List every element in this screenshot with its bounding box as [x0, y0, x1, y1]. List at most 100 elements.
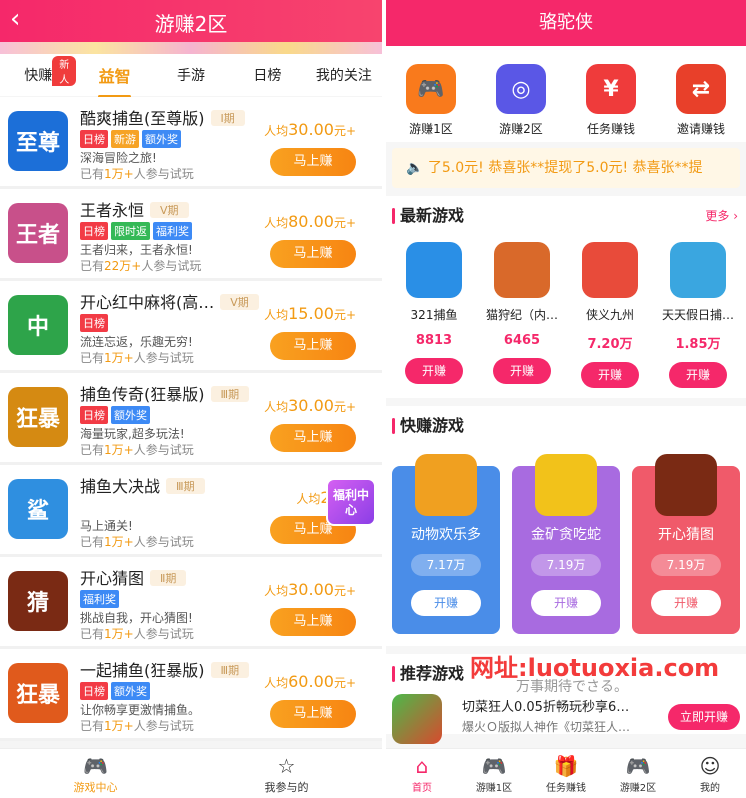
- count-suffix: 人参与试玩: [133, 627, 194, 641]
- quicknav-zone2[interactable]: ◎ 游赚2区: [476, 64, 566, 142]
- tab-kuaizhuan[interactable]: 快赚 新人: [0, 56, 77, 86]
- start-earn-button[interactable]: 开赚: [405, 358, 463, 384]
- nav-zone2[interactable]: 🎮 游赚2区: [602, 749, 674, 798]
- start-earn-button[interactable]: 开赚: [651, 590, 721, 616]
- reward: 人均30.00元+: [264, 396, 356, 415]
- start-earn-button[interactable]: 开赚: [531, 590, 601, 616]
- game-tag: 额外奖: [142, 130, 181, 148]
- nav-my-joined[interactable]: ☆ 我参与的: [191, 749, 382, 798]
- game-icon: 鲨: [8, 479, 68, 539]
- reward-suffix: 元+: [333, 400, 356, 414]
- period-badge: Ⅴ期: [150, 202, 189, 218]
- earn-now-button[interactable]: 马上赚: [270, 332, 356, 360]
- gamepad-icon: 🎮: [625, 754, 651, 778]
- earn-now-button[interactable]: 马上赚: [270, 608, 356, 636]
- notice-marquee: 🔈 了5.0元! 恭喜张**提现了5.0元! 恭喜张**提: [392, 148, 740, 188]
- game-row: 中开心红中麻将(高… Ⅴ期 日榜 流连忘返，乐趣无穷! 已有1万+人参与试玩 人均15.0…: [0, 281, 382, 373]
- tab-label: 日榜: [253, 68, 282, 84]
- period-badge: Ⅴ期: [220, 294, 259, 310]
- game-icon: [494, 242, 550, 298]
- tab-yizhi[interactable]: 益智: [76, 63, 152, 98]
- game-icon: 狂暴: [8, 663, 68, 723]
- fast-game-card[interactable]: 金矿贪吃蛇 7.19万 开赚: [512, 454, 620, 634]
- quicknav-task[interactable]: ¥ 任务赚钱: [566, 64, 656, 142]
- nav-task[interactable]: 🎁 任务赚钱: [530, 749, 602, 798]
- tab-my-follow[interactable]: 我的关注: [306, 65, 382, 85]
- nav-label: 游赚2区: [619, 783, 657, 794]
- nav-game-center[interactable]: 🎮 游戏中心: [0, 749, 191, 798]
- earn-now-button[interactable]: 马上赚: [270, 148, 356, 176]
- game-title: 捕鱼传奇(狂暴版): [80, 385, 205, 404]
- start-earn-button[interactable]: 开赚: [669, 362, 727, 388]
- user-icon: ☺: [699, 754, 721, 778]
- earn-now-button[interactable]: 马上赚: [270, 240, 356, 268]
- quicknav-label: 游赚2区: [499, 122, 543, 136]
- gamepad-icon: 🎮: [83, 754, 108, 778]
- category-tabs: 快赚 新人 益智 手游 日榜 我的关注: [0, 54, 382, 98]
- game-tag: 额外奖: [111, 682, 150, 700]
- invite-icon: ⇄: [676, 64, 726, 114]
- game-value: 7.17万: [411, 554, 481, 576]
- reward-value: 80.00: [288, 212, 334, 231]
- game-icon: 猜: [8, 571, 68, 631]
- fast-game-card[interactable]: 动物欢乐多 7.17万开赚: [392, 454, 500, 634]
- start-earn-button[interactable]: 开赚: [411, 590, 481, 616]
- new-game-item[interactable]: 侠义九州 7.20万 开赚: [566, 236, 654, 398]
- game-value: 8813: [415, 333, 453, 348]
- new-game-item[interactable]: 321捕鱼 8813 开赚: [390, 236, 478, 398]
- game-name: 开心猜图: [658, 527, 714, 543]
- game-title: 一起捕鱼(狂暴版): [80, 661, 205, 680]
- start-earn-button[interactable]: 立即开赚: [668, 704, 740, 730]
- reward-value: 15.00: [288, 304, 334, 323]
- recommend-subtitle: 爆火Ｏ版拟人神作《切菜狂人…: [462, 720, 631, 734]
- new-game-item[interactable]: 天天假日捕… 1.85万 开赚: [654, 236, 742, 398]
- game-desc: 让你畅享更激情捕鱼。: [80, 703, 201, 717]
- tab-ribang[interactable]: 日榜: [229, 65, 305, 85]
- game-row: 狂暴 捕鱼传奇(狂暴版) Ⅲ期 日榜 额外奖 海量玩家,超多玩法! 已有1万+人参与试玩 人均…: [0, 373, 382, 465]
- fast-games-list: 动物欢乐多 7.17万 开赚 金矿贪吃蛇 7.19万 开赚 开心猜图 7.19万 开赚: [386, 454, 746, 634]
- game-value: 7.20万: [587, 337, 633, 352]
- nav-label: 我参与的: [264, 781, 309, 794]
- count-prefix: 已有: [80, 259, 105, 273]
- game-icon: [535, 454, 597, 516]
- app-title: 骆驼侠: [386, 0, 746, 46]
- nav-label: 游戏中心: [73, 781, 118, 794]
- game-tag: 日榜: [80, 314, 108, 332]
- count-value: 1万+: [104, 167, 134, 181]
- new-game-item[interactable]: 猫狩纪（内… 6465 开赚: [478, 236, 566, 398]
- home-icon: ⌂: [415, 754, 429, 778]
- quicknav-invite[interactable]: ⇄ 邀请赚钱: [656, 64, 746, 142]
- tab-shouyou[interactable]: 手游: [153, 65, 229, 85]
- count-prefix: 已有: [80, 443, 105, 457]
- game-icon: 狂暴: [8, 387, 68, 447]
- earn-now-button[interactable]: 马上赚: [270, 424, 356, 452]
- nav-home[interactable]: ⌂ 首页: [386, 749, 458, 798]
- fast-game-card[interactable]: 开心猜图 7.19万 开赚: [632, 454, 740, 634]
- game-count: 已有1万+人参与试玩: [80, 717, 194, 734]
- count-value: 1万+: [104, 719, 134, 733]
- game-icon: 中: [8, 295, 68, 355]
- reward-prefix: 人均: [264, 676, 289, 690]
- period-badge: Ⅱ期: [150, 570, 187, 586]
- game-title: 捕鱼大决战: [80, 477, 161, 496]
- game-tags: 日榜: [80, 314, 108, 332]
- start-earn-button[interactable]: 开赚: [493, 358, 551, 384]
- nav-zone1[interactable]: 🎮 游赚1区: [458, 749, 530, 798]
- right-panel: 骆驼侠 🎮 游赚1区 ◎ 游赚2区 ¥ 任务赚钱 ⇄ 邀请赚钱 🔈 了5.0元! 恭喜张…: [386, 0, 746, 798]
- game-name: 开心猜图 Ⅱ期: [80, 565, 187, 589]
- quicknav-zone1[interactable]: 🎮 游赚1区: [386, 64, 476, 142]
- game-name: 动物欢乐多: [411, 527, 481, 543]
- start-earn-button[interactable]: 开赚: [581, 362, 639, 388]
- earn-now-button[interactable]: 马上赚: [270, 700, 356, 728]
- recommend-title: 切菜狂人0.05折畅玩秒享6…: [462, 700, 630, 715]
- period-badge: Ⅲ期: [210, 662, 250, 678]
- gift-icon: 🎁: [553, 754, 579, 778]
- welfare-center-badge[interactable]: 福利中心: [326, 478, 376, 526]
- count-suffix: 人参与试玩: [133, 167, 194, 181]
- more-link[interactable]: 更多 ›: [705, 196, 738, 236]
- new-user-badge: 新人: [52, 56, 77, 86]
- count-prefix: 已有: [80, 535, 105, 549]
- game-name: 一起捕鱼(狂暴版) Ⅲ期: [80, 657, 250, 681]
- nav-mine[interactable]: ☺ 我的: [674, 749, 746, 798]
- game-name: 天天假日捕…: [661, 308, 734, 322]
